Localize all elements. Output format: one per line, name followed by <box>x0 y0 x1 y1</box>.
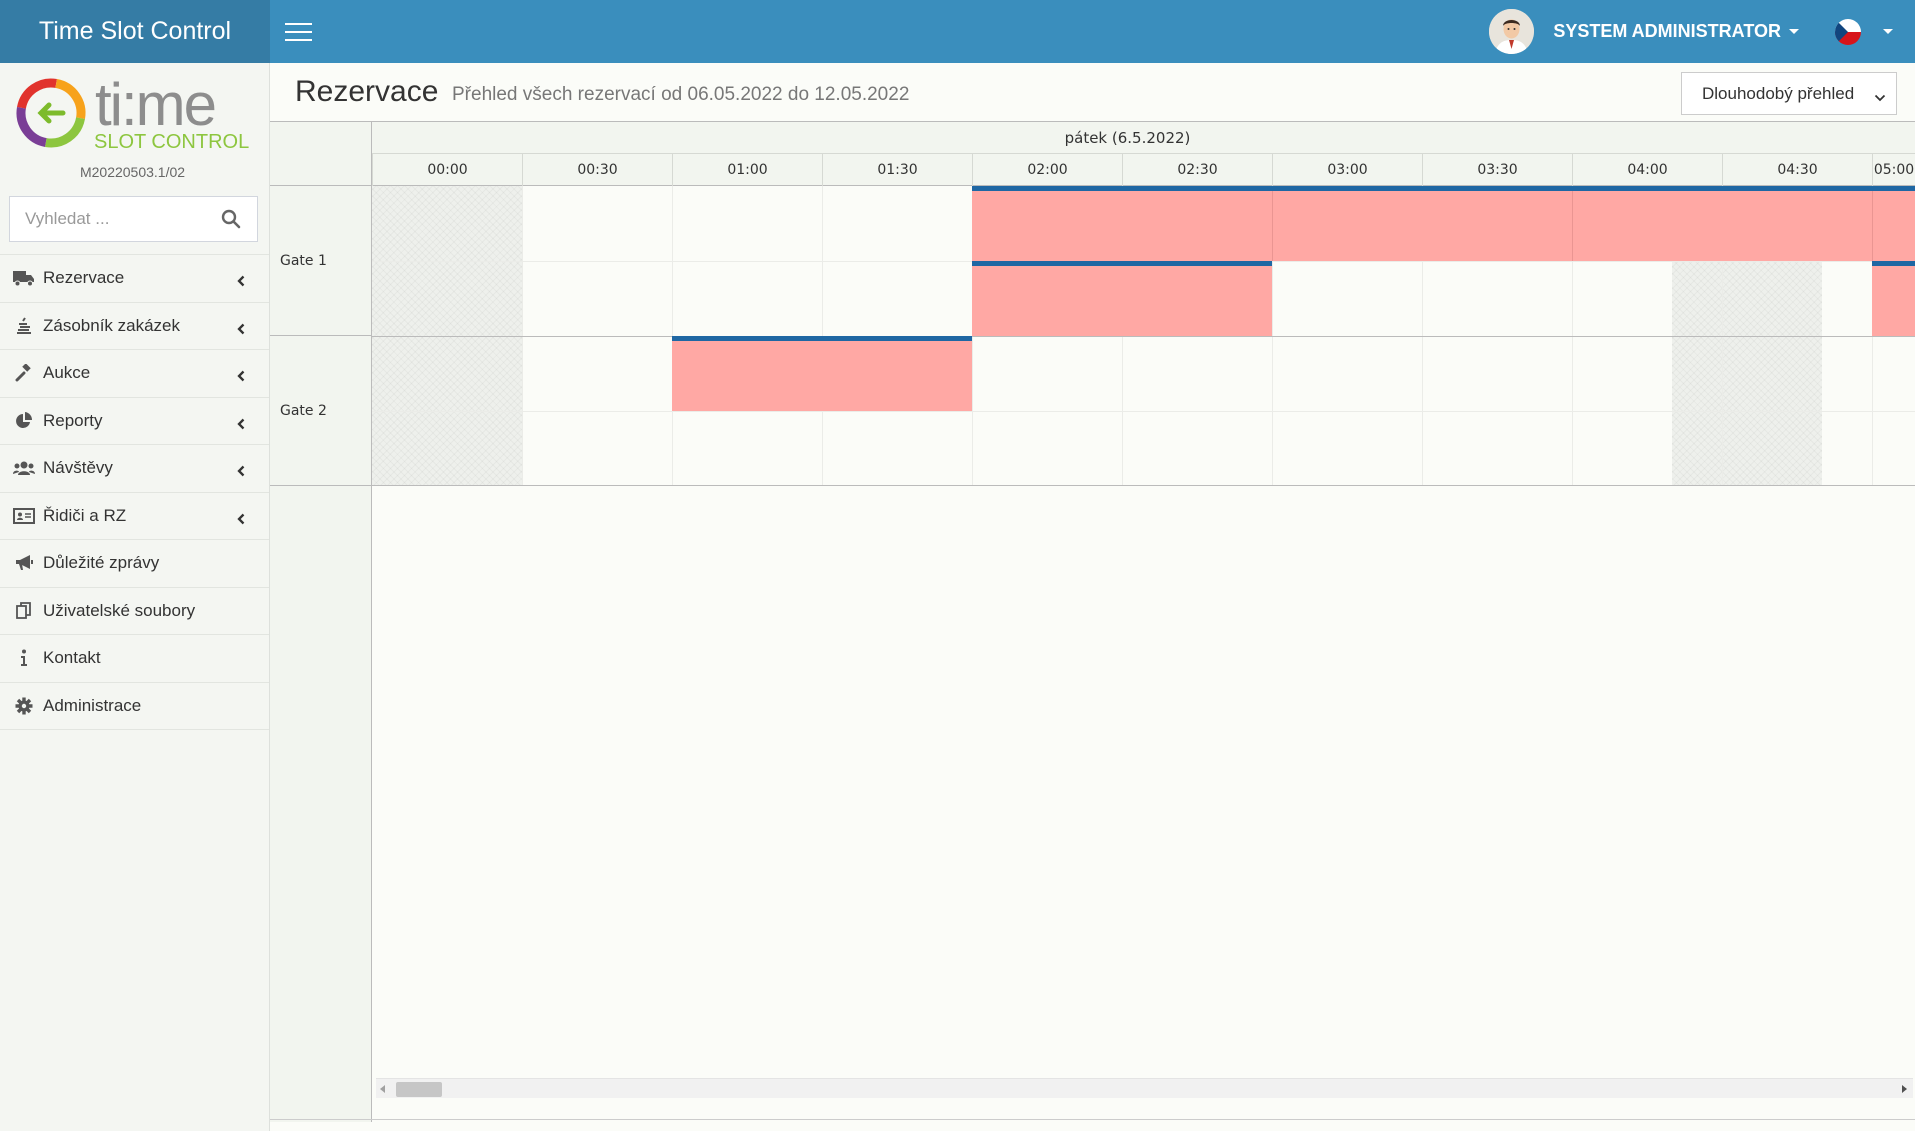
sidebar-item-navstevy[interactable]: Návštěvy <box>0 445 269 493</box>
time-slot-header: 05:00 <box>1872 154 1915 186</box>
gear-icon <box>13 696 35 716</box>
time-slot-header: 03:00 <box>1272 154 1422 186</box>
page-title: Rezervace <box>295 75 439 108</box>
logo-tagline: SLOT CONTROL <box>94 131 249 153</box>
language-selector[interactable] <box>1835 18 1893 45</box>
truck-icon <box>13 268 35 288</box>
reservation-event[interactable] <box>972 261 1272 336</box>
reservation-event[interactable] <box>1872 261 1915 336</box>
avatar <box>1489 9 1535 54</box>
sidebar: ti:me SLOT CONTROL M20220503.1/02 Rezerv… <box>0 63 270 1131</box>
scrollbar-thumb[interactable] <box>396 1082 442 1097</box>
main-content: Rezervace Přehled všech rezervací od 06.… <box>270 63 1915 1131</box>
resource-column: Gate 1 Gate 2 <box>270 186 372 486</box>
sidebar-item-label: Administrace <box>43 695 142 715</box>
sidebar-toggle-icon[interactable] <box>270 0 326 63</box>
time-slot-header: 01:00 <box>672 154 822 186</box>
version-label: M20220503.1/02 <box>79 164 186 180</box>
time-slot-header: 04:00 <box>1572 154 1722 186</box>
sidebar-item-label: Uživatelské soubory <box>43 600 196 620</box>
chevron-left-icon <box>237 510 245 530</box>
reservation-event[interactable] <box>972 186 1915 261</box>
sidebar-item-label: Rezervace <box>43 268 125 288</box>
view-select-value: Dlouhodobý přehled <box>1702 83 1855 103</box>
off-hours-block <box>1672 261 1822 486</box>
resource-column-empty <box>270 486 372 1122</box>
sidebar-item-label: Zásobník zakázek <box>43 315 181 335</box>
chevron-left-icon <box>237 367 245 387</box>
sidebar-item-aukce[interactable]: Aukce <box>0 350 269 398</box>
logo: ti:me SLOT CONTROL M20220503.1/02 <box>0 63 269 184</box>
time-header: 00:00 00:30 01:00 01:30 02:00 02:30 03:0… <box>372 154 1915 186</box>
logo-wordmark: ti:me <box>95 73 215 138</box>
schedule-grid <box>372 186 1915 486</box>
sidebar-item-reporty[interactable]: Reporty <box>0 398 269 445</box>
caret-down-icon <box>1789 29 1799 34</box>
sidebar-item-uzivatelske-soubory[interactable]: Uživatelské soubory <box>0 588 269 635</box>
top-navbar: Time Slot Control SYSTEM ADMINISTRATOR <box>0 0 1915 63</box>
reservation-event[interactable] <box>672 336 972 411</box>
scheduler: Gate 1 Gate 2 pátek (6.5.2022) 00:00 00:… <box>270 121 1915 1122</box>
chevron-left-icon <box>237 462 245 482</box>
chevron-left-icon <box>237 320 245 340</box>
sidebar-item-label: Reporty <box>43 410 103 430</box>
chevron-left-icon <box>237 272 245 292</box>
sidebar-item-label: Důležité zprávy <box>43 553 160 573</box>
chevron-left-icon <box>237 415 245 435</box>
bullhorn-icon <box>13 553 35 573</box>
scroll-left-icon[interactable] <box>380 1085 385 1093</box>
search-box <box>9 196 258 242</box>
user-name: SYSTEM ADMINISTRATOR <box>1553 21 1781 41</box>
search-icon[interactable] <box>221 209 241 234</box>
sidebar-item-kontakt[interactable]: Kontakt <box>0 635 269 683</box>
time-slot-header: 02:00 <box>972 154 1122 186</box>
scheduler-corner <box>270 122 372 186</box>
sidebar-menu: Rezervace Zásobník zakázek Aukce Reporty… <box>0 254 269 730</box>
timeline: pátek (6.5.2022) 00:00 00:30 01:00 01:30… <box>372 122 1915 1122</box>
view-select[interactable]: Dlouhodobý přehled <box>1681 72 1897 115</box>
files-icon <box>13 601 35 621</box>
time-slot-header: 00:30 <box>522 154 672 186</box>
chevron-down-icon <box>1874 87 1886 107</box>
id-card-icon <box>13 506 35 526</box>
time-slot-header: 00:00 <box>372 154 522 186</box>
sidebar-item-label: Řidiči a RZ <box>43 505 127 525</box>
sidebar-item-label: Aukce <box>43 363 91 383</box>
resource-label: Gate 1 <box>280 252 327 269</box>
resource-gate-2: Gate 2 <box>270 336 372 486</box>
time-slot-header: 04:30 <box>1722 154 1872 186</box>
time-slot-header: 02:30 <box>1122 154 1272 186</box>
day-header: pátek (6.5.2022) <box>372 122 1915 154</box>
sidebar-item-dulezite-zpravy[interactable]: Důležité zprávy <box>0 540 269 588</box>
resource-gate-1: Gate 1 <box>270 186 372 336</box>
sidebar-item-label: Návštěvy <box>43 458 113 478</box>
horizontal-scrollbar[interactable] <box>376 1078 1913 1098</box>
czech-flag-icon <box>1835 18 1861 45</box>
search-input[interactable] <box>10 209 210 229</box>
page-subtitle: Přehled všech rezervací od 06.05.2022 do… <box>452 84 910 105</box>
gavel-icon <box>13 363 35 383</box>
pie-chart-icon <box>13 411 35 431</box>
info-icon <box>13 648 35 668</box>
user-menu[interactable]: SYSTEM ADMINISTRATOR <box>1489 9 1799 54</box>
sidebar-item-rezervace[interactable]: Rezervace <box>0 255 269 303</box>
stack-icon <box>13 316 35 336</box>
time-slot-header: 01:30 <box>822 154 972 186</box>
users-icon <box>13 458 35 478</box>
app-title[interactable]: Time Slot Control <box>0 0 270 63</box>
sidebar-item-zasobnik-zakazek[interactable]: Zásobník zakázek <box>0 303 269 350</box>
sidebar-item-administrace[interactable]: Administrace <box>0 683 269 730</box>
caret-down-icon <box>1883 29 1893 34</box>
sidebar-item-ridici-a-rz[interactable]: Řidiči a RZ <box>0 493 269 540</box>
time-slot-header: 03:30 <box>1422 154 1572 186</box>
sidebar-item-label: Kontakt <box>43 648 101 668</box>
scroll-right-icon[interactable] <box>1902 1085 1907 1093</box>
resource-label: Gate 2 <box>280 402 327 419</box>
